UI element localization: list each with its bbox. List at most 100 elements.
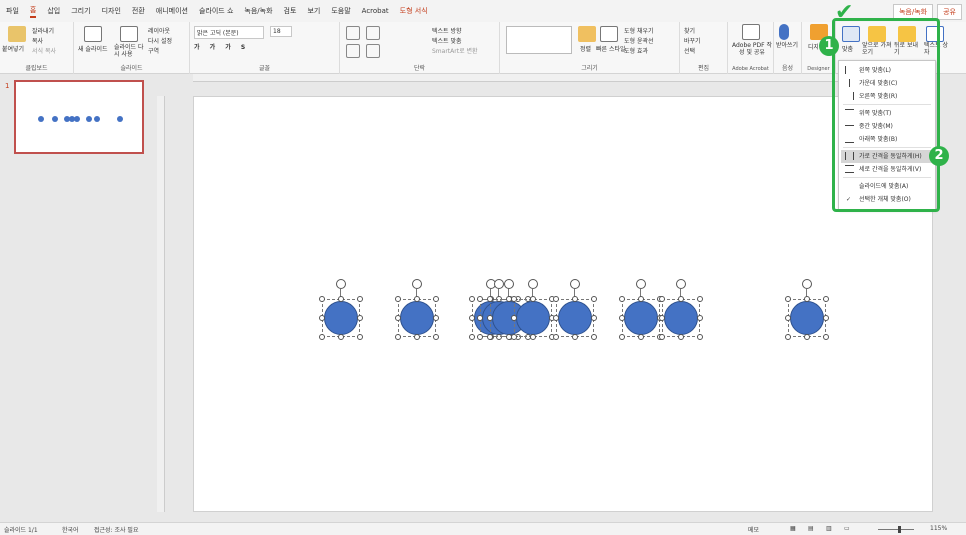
microphone-icon	[779, 24, 789, 40]
drawing-group: 정렬 빠른 스타일 도형 채우기 도형 윤곽선 도형 효과 그리기	[500, 22, 680, 74]
quick-styles-button[interactable]: 빠른 스타일	[596, 44, 626, 53]
editing-label: 편집	[697, 65, 710, 72]
slide-canvas[interactable]	[193, 96, 933, 512]
horizontal-ruler	[193, 74, 933, 82]
rotate-handle-icon[interactable]	[504, 279, 514, 289]
rotate-handle-icon[interactable]	[676, 279, 686, 289]
shape-fill-button[interactable]: 도형 채우기	[624, 26, 654, 35]
smartart-button[interactable]: SmartArt로 변환	[432, 46, 478, 55]
font-style-buttons[interactable]: 가 가 가 S	[194, 42, 249, 51]
tab-animations[interactable]: 애니메이션	[156, 6, 188, 16]
circle-shape[interactable]	[319, 279, 363, 340]
voice-label: 음성	[781, 65, 794, 72]
rotate-handle-icon[interactable]	[802, 279, 812, 289]
font-size-select[interactable]: 18	[270, 26, 292, 37]
font-group: 맑은 고딕 (본문) 18 가 가 가 S 글꼴	[190, 22, 340, 74]
paste-button[interactable]: 붙여넣기	[2, 44, 24, 53]
rotate-handle-icon[interactable]	[636, 279, 646, 289]
tab-help[interactable]: 도움말	[331, 6, 350, 16]
tab-record[interactable]: 녹음/녹화	[244, 6, 272, 16]
circle-shape[interactable]	[553, 279, 597, 340]
align-center-icon[interactable]	[366, 44, 380, 58]
replace-button[interactable]: 바꾸기	[684, 36, 701, 45]
rotate-handle-icon[interactable]	[528, 279, 538, 289]
copy-button[interactable]: 복사	[32, 36, 43, 45]
tab-review[interactable]: 검토	[284, 6, 297, 16]
clipboard-group: 붙여넣기 잘라내기 복사 서식 복사 클립보드	[0, 22, 74, 74]
tab-file[interactable]: 파일	[6, 6, 19, 16]
align-left-icon[interactable]	[346, 44, 360, 58]
rotate-handle-icon[interactable]	[494, 279, 504, 289]
zoom-slider[interactable]	[878, 529, 914, 530]
circle-shape[interactable]	[511, 279, 555, 340]
reading-view-icon[interactable]: ▥	[826, 525, 832, 532]
quick-styles-icon	[600, 26, 618, 42]
tab-draw[interactable]: 그리기	[71, 6, 90, 16]
reset-button[interactable]: 다시 설정	[148, 36, 172, 45]
circle-shape[interactable]	[395, 279, 439, 340]
tab-transitions[interactable]: 전환	[132, 6, 145, 16]
thumb-shape	[38, 116, 44, 122]
circle-shape[interactable]	[619, 279, 663, 340]
callout-highlight-box	[832, 18, 940, 212]
tab-shape-format[interactable]: 도형 서식	[400, 6, 428, 16]
layout-button[interactable]: 레이아웃	[148, 26, 170, 35]
tab-acrobat[interactable]: Acrobat	[362, 7, 389, 15]
tab-home[interactable]: 홈	[29, 5, 37, 18]
rotate-handle-icon[interactable]	[336, 279, 346, 289]
zoom-level[interactable]: 115%	[930, 525, 947, 532]
rotate-handle-icon[interactable]	[570, 279, 580, 289]
reuse-slide-icon	[120, 26, 138, 42]
circle-shape[interactable]	[659, 279, 703, 340]
align-text-button[interactable]: 텍스트 맞춤	[432, 36, 462, 45]
tab-slideshow[interactable]: 슬라이드 쇼	[199, 6, 233, 16]
section-button[interactable]: 구역	[148, 46, 159, 55]
tab-view[interactable]: 보기	[307, 6, 320, 16]
slides-group: 새 슬라이드 슬라이드 다시 사용 레이아웃 다시 설정 구역 슬라이드	[74, 22, 190, 74]
slide-count: 슬라이드 1/1	[4, 527, 38, 534]
tab-design[interactable]: 디자인	[102, 6, 121, 16]
status-bar: 슬라이드 1/1 한국어 접근성: 조사 필요 메모 ▦ ▤ ▥ ▭ 115%	[0, 522, 966, 535]
slideshow-view-icon[interactable]: ▭	[844, 525, 850, 532]
zoom-slider-handle[interactable]	[898, 526, 901, 533]
font-name-select[interactable]: 맑은 고딕 (본문)	[194, 26, 264, 39]
design-ideas-button[interactable]: 디자인 아이디어	[808, 42, 818, 51]
arrange-icon	[578, 26, 596, 42]
thumb-shape	[86, 116, 92, 122]
callout-badge-1: 1	[819, 36, 839, 56]
reuse-slide-button[interactable]: 슬라이드 다시 사용	[114, 44, 144, 58]
find-button[interactable]: 찾기	[684, 26, 695, 35]
new-slide-button[interactable]: 새 슬라이드	[78, 44, 108, 53]
format-painter-button[interactable]: 서식 복사	[32, 46, 56, 55]
dictate-button[interactable]: 받아쓰기	[776, 42, 802, 49]
arrange-button[interactable]: 정렬	[580, 44, 591, 53]
numbering-icon[interactable]	[366, 26, 380, 40]
tab-insert[interactable]: 삽입	[47, 6, 60, 16]
paragraph-label: 단락	[413, 65, 426, 72]
thumb-shape	[117, 116, 123, 122]
create-pdf-button[interactable]: Adobe PDF 작성 및 공유	[730, 42, 774, 56]
select-button[interactable]: 선택	[684, 46, 695, 55]
slides-label: 슬라이드	[120, 65, 143, 72]
accessibility-status[interactable]: 접근성: 조사 필요	[94, 525, 138, 534]
shapes-gallery[interactable]	[506, 26, 572, 54]
cut-button[interactable]: 잘라내기	[32, 26, 54, 35]
paste-icon	[8, 26, 26, 42]
notes-button[interactable]: 메모	[748, 525, 759, 534]
circle-shape[interactable]	[785, 279, 829, 340]
sorter-view-icon[interactable]: ▤	[808, 525, 814, 532]
share-button[interactable]: 공유	[937, 4, 962, 20]
language-indicator[interactable]: 한국어	[62, 525, 79, 534]
slide-thumbnail[interactable]	[14, 80, 144, 154]
text-direction-button[interactable]: 텍스트 방향	[432, 26, 462, 35]
rotate-handle-icon[interactable]	[412, 279, 422, 289]
normal-view-icon[interactable]: ▦	[790, 525, 796, 532]
shape-effects-button[interactable]: 도형 효과	[624, 46, 648, 55]
bullets-icon[interactable]	[346, 26, 360, 40]
pdf-icon	[742, 24, 760, 40]
drawing-label: 그리기	[581, 65, 598, 72]
paragraph-group: 텍스트 방향 텍스트 맞춤 SmartArt로 변환 단락	[340, 22, 500, 74]
slide-number: 1	[5, 82, 10, 90]
acrobat-group: Adobe PDF 작성 및 공유 Adobe Acrobat	[728, 22, 774, 74]
shape-outline-button[interactable]: 도형 윤곽선	[624, 36, 654, 45]
